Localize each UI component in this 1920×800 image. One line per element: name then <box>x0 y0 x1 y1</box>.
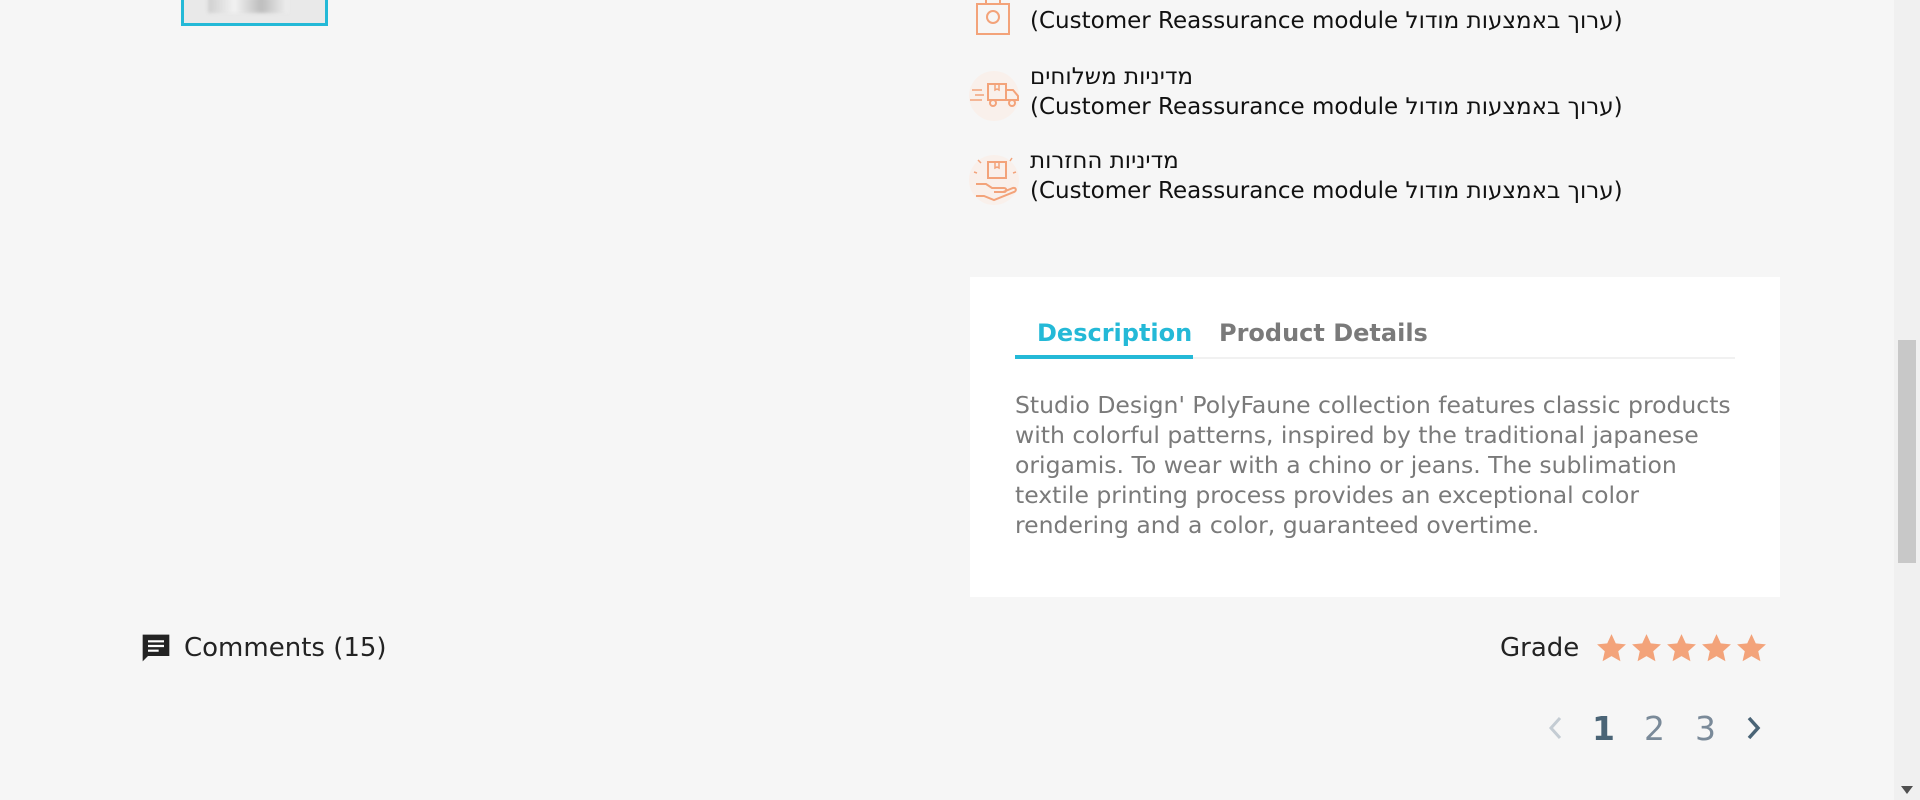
page-2[interactable]: 2 <box>1629 709 1680 748</box>
security-bag-icon <box>976 0 1010 35</box>
reassurance-title: מדיניות החזרות <box>1030 148 1179 174</box>
chevron-left-icon <box>1548 716 1562 740</box>
product-description: Studio Design' PolyFaune collection feat… <box>1015 391 1731 539</box>
star-icon[interactable] <box>1735 632 1768 665</box>
page-1[interactable]: 1 <box>1578 709 1629 748</box>
reassurance-desc: (ערוך באמצעות מודול Customer Reassurance… <box>1030 178 1623 204</box>
comments-header[interactable]: Comments (15) <box>140 630 387 666</box>
reassurance-desc: (ערוך באמצעות מודול Customer Reassurance… <box>1030 8 1623 34</box>
chevron-right-icon <box>1747 716 1761 740</box>
tab-description[interactable]: Description <box>1015 313 1193 359</box>
pagination: 1 2 3 <box>1534 706 1775 750</box>
product-thumbnail[interactable] <box>181 0 328 26</box>
comment-icon <box>142 634 170 662</box>
star-rating[interactable] <box>1595 632 1768 665</box>
comments-label: Comments (15) <box>184 633 387 663</box>
page-3[interactable]: 3 <box>1680 709 1731 748</box>
scroll-down-arrow[interactable] <box>1901 786 1913 794</box>
star-icon[interactable] <box>1630 632 1663 665</box>
next-page-button[interactable] <box>1731 706 1775 750</box>
scrollbar-thumb[interactable] <box>1898 340 1916 563</box>
return-box-icon <box>969 155 1019 205</box>
star-icon[interactable] <box>1595 632 1628 665</box>
star-icon[interactable] <box>1700 632 1733 665</box>
delivery-truck-icon <box>969 71 1019 121</box>
thumbnail-image <box>208 0 288 13</box>
reassurance-desc: (ערוך באמצעות מודול Customer Reassurance… <box>1030 94 1623 120</box>
reassurance-title: מדיניות משלוחים <box>1030 64 1194 90</box>
prev-page-button[interactable] <box>1534 706 1578 750</box>
product-tabs: Description Product Details Studio Desig… <box>970 277 1780 597</box>
grade-label: Grade <box>1500 633 1580 663</box>
page-scrollbar[interactable] <box>1894 0 1920 800</box>
tab-bar: Description Product Details <box>1015 313 1735 359</box>
product-page: (ערוך באמצעות מודול Customer Reassurance… <box>0 0 1920 800</box>
star-icon[interactable] <box>1665 632 1698 665</box>
grade-rating: Grade <box>1500 630 1768 666</box>
tab-product-details[interactable]: Product Details <box>1197 313 1450 359</box>
